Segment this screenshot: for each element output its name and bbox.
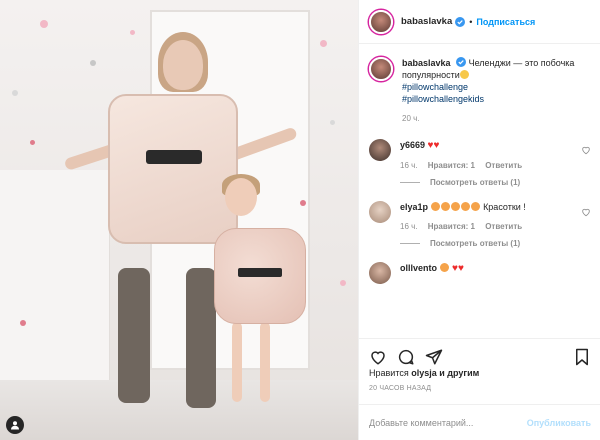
comment-time[interactable]: 16 ч. [400, 161, 418, 170]
view-replies-label: Посмотреть ответы (1) [430, 178, 521, 187]
comment-input[interactable] [369, 417, 527, 428]
woman-belt [146, 150, 202, 164]
caption-username[interactable]: babaslavka [402, 58, 451, 68]
confetti [40, 20, 48, 28]
author-avatar[interactable] [369, 9, 393, 34]
comment: y6669 ♥♥ 16 ч. Нравится: 1 Ответить [369, 139, 591, 172]
confetti [30, 140, 35, 145]
author-avatar[interactable] [369, 57, 393, 81]
commenter-avatar[interactable] [369, 262, 391, 284]
tagged-user-icon[interactable] [6, 416, 24, 434]
hashtag-link[interactable]: #pillowchallenge [402, 81, 577, 93]
heart-eyes-emoji-icon [450, 202, 460, 211]
girl-belt [238, 268, 282, 277]
bookmark-icon[interactable] [573, 348, 591, 366]
comments-list[interactable]: babaslavka Челенджи — это побочка популя… [359, 45, 600, 330]
verified-badge-icon [455, 16, 466, 27]
comment: olllvento ♥♥ [369, 262, 591, 284]
commenter-avatar[interactable] [369, 139, 391, 161]
view-replies-label: Посмотреть ответы (1) [430, 239, 521, 248]
confetti [330, 120, 335, 125]
publish-button[interactable]: Опубликовать [527, 418, 591, 428]
commenter-username[interactable]: y6669 [400, 140, 425, 150]
woman-pillow-dress [108, 94, 238, 244]
heart-eyes-emoji-icon [440, 202, 450, 211]
confetti [130, 30, 135, 35]
girl-head [225, 178, 257, 216]
post-photo[interactable] [0, 0, 358, 440]
add-comment-bar: Опубликовать [359, 404, 600, 440]
verified-badge-icon [456, 57, 467, 67]
red-heart-emoji-icon: ♥ [433, 140, 440, 151]
comment: elya1p Красотки ! 16 ч. Нравится: 1 Отве… [369, 201, 591, 233]
confetti [340, 280, 346, 286]
commenter-avatar[interactable] [369, 201, 391, 223]
comment-likes[interactable]: Нравится: 1 [428, 222, 475, 231]
post-sidebar: babaslavka • Подписаться babaslavka Челе… [358, 0, 600, 440]
like-comment-heart-icon[interactable] [581, 145, 591, 155]
commenter-username[interactable]: olllvento [400, 263, 437, 273]
confetti [20, 320, 26, 326]
comment-text: Красотки ! [483, 202, 526, 212]
comment-time[interactable]: 16 ч. [400, 222, 418, 231]
comment-likes[interactable]: Нравится: 1 [428, 161, 475, 170]
likes-prefix: Нравится [369, 368, 409, 378]
like-heart-icon[interactable] [369, 348, 387, 366]
photo-floor [0, 380, 358, 440]
caption: babaslavka Челенджи — это побочка популя… [369, 57, 591, 125]
heart-eyes-emoji-icon [430, 202, 440, 211]
commenter-username[interactable]: elya1p [400, 202, 428, 212]
heart-eyes-emoji-icon [460, 202, 470, 211]
post-header: babaslavka • Подписаться [359, 0, 600, 44]
caption-time[interactable]: 20 ч. [402, 114, 420, 123]
view-replies[interactable]: Посмотреть ответы (1) [400, 178, 591, 187]
liker-username[interactable]: olysja [411, 368, 437, 378]
girl-leg [260, 322, 270, 402]
woman-head [163, 40, 203, 90]
likes-summary: Нравится olysja и другим [369, 368, 479, 378]
red-heart-emoji-icon: ♥ [457, 263, 464, 274]
likes-others[interactable]: и другим [439, 368, 479, 378]
laughing-emoji-icon [459, 70, 469, 79]
author-username[interactable]: babaslavka [401, 16, 452, 27]
view-replies[interactable]: Посмотреть ответы (1) [400, 239, 591, 248]
heart-eyes-emoji-icon [439, 263, 449, 272]
confetti [320, 40, 327, 47]
woman-boot [186, 268, 216, 408]
follow-button[interactable]: Подписаться [476, 17, 535, 27]
share-send-icon[interactable] [425, 348, 443, 366]
like-comment-heart-icon[interactable] [581, 207, 591, 217]
reply-button[interactable]: Ответить [485, 222, 522, 231]
replies-line [400, 243, 420, 244]
girl-leg [232, 322, 242, 402]
reply-button[interactable]: Ответить [485, 161, 522, 170]
action-bar [359, 338, 600, 368]
confetti [90, 60, 96, 66]
post-timestamp[interactable]: 20 ЧАСОВ НАЗАД [369, 385, 431, 392]
hashtag-link[interactable]: #pillowchallengekids [402, 93, 577, 105]
woman-boot [118, 268, 150, 403]
confetti [12, 90, 18, 96]
comment-bubble-icon[interactable] [397, 348, 415, 366]
replies-line [400, 182, 420, 183]
separator-dot: • [469, 16, 473, 27]
confetti [300, 200, 306, 206]
heart-eyes-emoji-icon [470, 202, 480, 211]
